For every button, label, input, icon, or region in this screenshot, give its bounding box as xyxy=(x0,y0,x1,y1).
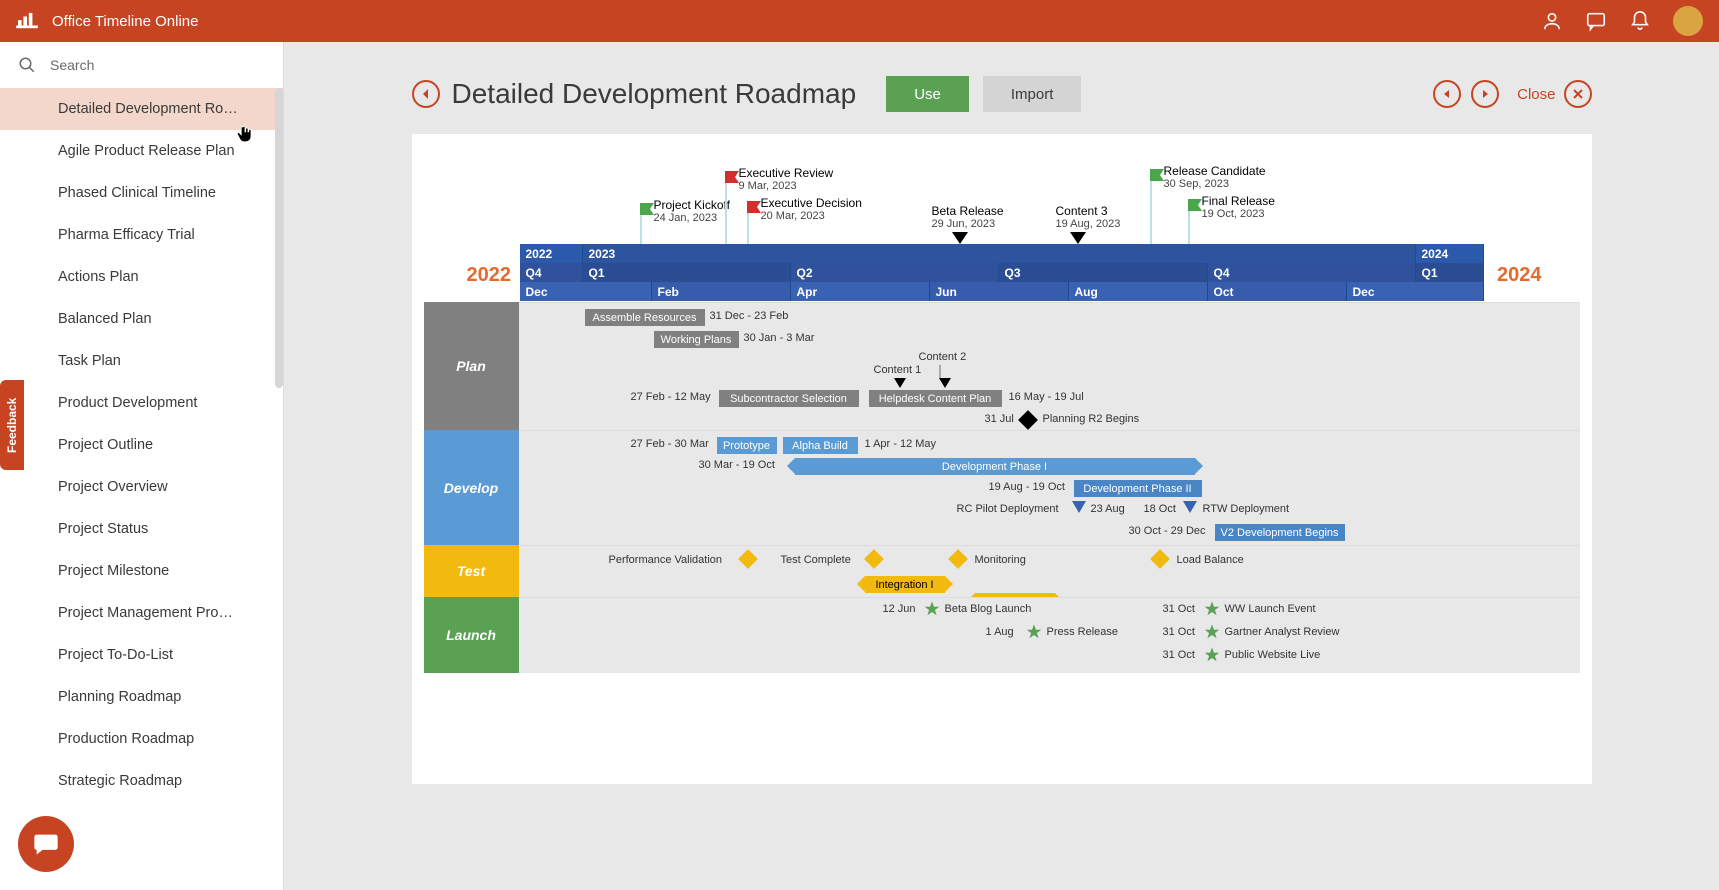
search-input[interactable]: Search xyxy=(0,42,283,88)
lane-head: Launch xyxy=(424,597,519,673)
star-icon xyxy=(1025,623,1043,641)
app-title: Office Timeline Online xyxy=(52,13,1519,30)
task-bar: V2 Development Begins xyxy=(1215,524,1345,541)
milestone-flag: Content 3 19 Aug, 2023 xyxy=(1056,204,1121,230)
sidebar-item[interactable]: Pharma Efficacy Trial xyxy=(0,214,283,256)
diamond-marker xyxy=(1018,410,1038,430)
main-area: Detailed Development Roadmap Use Import … xyxy=(284,42,1719,890)
sidebar-item[interactable]: Strategic Roadmap xyxy=(0,760,283,802)
milestone-flag: Release Candidate 30 Sep, 2023 xyxy=(1150,170,1152,244)
bell-icon[interactable] xyxy=(1629,10,1651,32)
use-button[interactable]: Use xyxy=(886,76,969,112)
back-button[interactable] xyxy=(412,80,440,108)
sidebar-item[interactable]: Detailed Development Ro… xyxy=(0,88,283,130)
task-bar: Integration I xyxy=(865,576,945,593)
sidebar-item[interactable]: Phased Clinical Timeline xyxy=(0,172,283,214)
lane-head: Plan xyxy=(424,302,519,430)
timeline-preview: 2022 2024 Project Kickoff 24 Jan, 2023 E… xyxy=(412,134,1592,784)
chat-icon xyxy=(32,830,60,858)
milestone-flag: Executive Decision 20 Mar, 2023 xyxy=(747,202,749,244)
page-title: Detailed Development Roadmap xyxy=(452,78,857,110)
feedback-tab[interactable]: Feedback xyxy=(0,380,24,470)
lane-plan: Plan Assemble Resources 31 Dec - 23 Feb … xyxy=(424,302,1580,430)
search-placeholder: Search xyxy=(50,57,94,73)
triangle-marker xyxy=(1183,501,1197,513)
diamond-marker xyxy=(1150,549,1170,569)
diamond-marker xyxy=(948,549,968,569)
triangle-marker xyxy=(1072,501,1086,513)
prev-button[interactable] xyxy=(1433,80,1461,108)
user-icon[interactable] xyxy=(1541,10,1563,32)
timeband: 2022 2023 2024 Q4 Q1 Q2 Q3 Q4 Q1 Dec Feb… xyxy=(520,244,1484,301)
top-bar: Office Timeline Online xyxy=(0,0,1719,42)
sidebar-item[interactable]: Balanced Plan xyxy=(0,298,283,340)
feedback-label: Feedback xyxy=(5,397,19,452)
sidebar-item[interactable]: Production Roadmap xyxy=(0,718,283,760)
star-icon xyxy=(1203,623,1221,641)
sidebar: Search Detailed Development Ro… Agile Pr… xyxy=(0,42,284,890)
milestone-flag: Beta Release 29 Jun, 2023 xyxy=(932,204,1004,230)
sidebar-item[interactable]: Project Overview xyxy=(0,466,283,508)
lane-head: Develop xyxy=(424,430,519,545)
chat-bubble[interactable] xyxy=(18,816,74,872)
diamond-marker xyxy=(864,549,884,569)
task-bar: Assemble Resources xyxy=(585,309,705,326)
close-button[interactable] xyxy=(1564,80,1592,108)
star-icon xyxy=(1203,600,1221,618)
logo-icon xyxy=(16,12,38,30)
swimlanes: Plan Assemble Resources 31 Dec - 23 Feb … xyxy=(424,302,1580,673)
close-label[interactable]: Close xyxy=(1517,86,1555,103)
cursor-hand-icon xyxy=(236,126,254,144)
star-icon xyxy=(923,600,941,618)
sidebar-item[interactable]: Project Outline xyxy=(0,424,283,466)
sidebar-item[interactable]: Planning Roadmap xyxy=(0,676,283,718)
sidebar-item[interactable]: Product Development xyxy=(0,382,283,424)
task-bar: Working Plans xyxy=(654,331,739,348)
lane-launch: Launch 12 Jun Beta Blog Launch 1 Aug Pre… xyxy=(424,597,1580,673)
triangle-marker xyxy=(894,378,906,388)
task-bar: Subcontractor Selection xyxy=(719,390,859,407)
sidebar-item[interactable]: Project Management Pro… xyxy=(0,592,283,634)
task-bar: Development Phase II xyxy=(1074,480,1202,497)
lane-test: Test Performance Validation Test Complet… xyxy=(424,545,1580,597)
diamond-marker xyxy=(738,549,758,569)
milestone-flag: Project Kickoff 24 Jan, 2023 xyxy=(640,204,642,244)
import-button[interactable]: Import xyxy=(983,76,1082,112)
sidebar-item[interactable]: Project Milestone xyxy=(0,550,283,592)
sidebar-item[interactable]: Project Status xyxy=(0,508,283,550)
lane-develop: Develop 27 Feb - 30 Mar Prototype Alpha … xyxy=(424,430,1580,545)
lane-head: Test xyxy=(424,545,519,597)
milestone-flag: Executive Review 9 Mar, 2023 xyxy=(725,172,727,244)
task-bar: Alpha Build xyxy=(783,437,858,454)
star-icon xyxy=(1203,646,1221,664)
sidebar-item[interactable]: Project To-Do-List xyxy=(0,634,283,676)
scrollbar[interactable] xyxy=(275,88,283,388)
detail-header: Detailed Development Roadmap Use Import … xyxy=(412,42,1592,134)
avatar[interactable] xyxy=(1673,6,1703,36)
task-bar: Development Phase I xyxy=(795,458,1195,475)
task-bar: Helpdesk Content Plan xyxy=(869,390,1002,407)
milestone-flag: Final Release 19 Oct, 2023 xyxy=(1188,200,1190,244)
task-bar: Prototype xyxy=(717,437,777,454)
triangle-marker xyxy=(939,378,951,388)
year-start: 2022 xyxy=(467,264,512,287)
sidebar-item[interactable]: Task Plan xyxy=(0,340,283,382)
search-icon xyxy=(18,56,36,74)
next-button[interactable] xyxy=(1471,80,1499,108)
comment-icon[interactable] xyxy=(1585,10,1607,32)
year-end: 2024 xyxy=(1497,264,1542,287)
sidebar-item[interactable]: Actions Plan xyxy=(0,256,283,298)
